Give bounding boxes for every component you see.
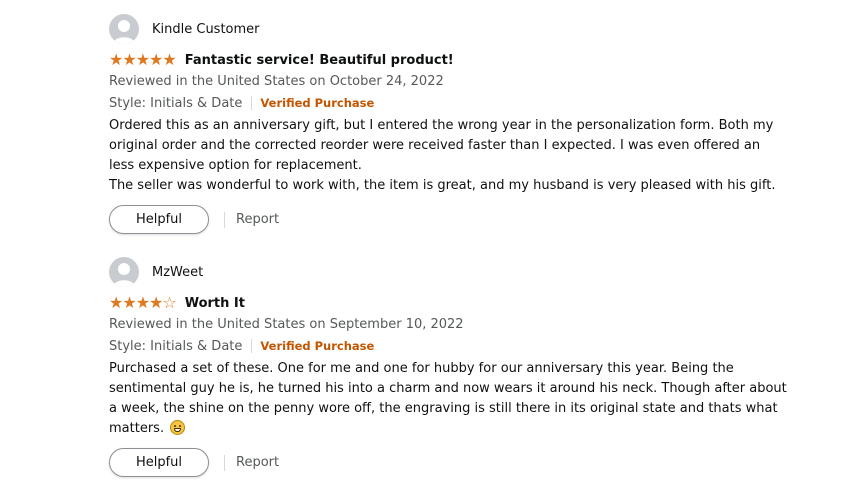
report-link[interactable]: Report [236,212,279,227]
helpful-button[interactable]: Helpful [109,448,209,477]
star-icon: ★ [109,50,123,69]
star-empty-icon: ☆ [162,293,176,312]
reviewer-name[interactable]: Kindle Customer [152,22,260,37]
star-icon: ★ [135,50,150,69]
grinning-face-emoji-icon [170,420,186,435]
avatar [109,257,139,287]
verified-purchase-badge: Verified Purchase [260,339,375,353]
report-link[interactable]: Report [236,455,279,470]
review-title[interactable]: Fantastic service! Beautiful product! [185,53,454,68]
helpful-button[interactable]: Helpful [109,205,209,234]
avatar [109,14,139,44]
review-paragraph: Purchased a set of these. One for me and… [109,359,789,439]
review-body: Ordered this as an anniversary gift, but… [109,116,789,196]
review-item: Kindle Customer ★ ★ ★ ★ ★ Fantastic serv… [109,14,809,234]
review-body: Purchased a set of these. One for me and… [109,359,789,439]
star-icon: ★ [122,50,136,69]
star-icon: ★ [149,50,163,69]
review-title[interactable]: Worth It [185,296,245,311]
star-icon: ★ [122,293,136,312]
reviewer-profile[interactable]: MzWeet [109,257,809,287]
divider [251,339,253,353]
verified-purchase-badge: Verified Purchase [260,96,375,110]
star-icon: ★ [135,293,150,312]
star-icon: ★ [162,50,176,69]
reviewer-profile[interactable]: Kindle Customer [109,14,809,44]
review-paragraph: The seller was wonderful to work with, t… [109,178,776,193]
star-icon: ★ [149,293,163,312]
star-icon: ★ [109,293,123,312]
review-date: Reviewed in the United States on October… [109,74,444,89]
review-date: Reviewed in the United States on Septemb… [109,317,464,332]
star-rating[interactable]: ★ ★ ★ ★ ★ [109,50,177,69]
divider [251,96,253,110]
person-icon [113,263,135,287]
review-item: MzWeet ★ ★ ★ ★ ☆ Worth It Reviewed in th… [109,257,809,477]
product-style[interactable]: Style: Initials & Date [109,339,242,354]
product-style[interactable]: Style: Initials & Date [109,96,242,111]
star-rating[interactable]: ★ ★ ★ ★ ☆ [109,293,177,312]
divider [224,211,225,228]
person-icon [113,20,135,44]
reviewer-name[interactable]: MzWeet [152,265,203,280]
divider [224,454,225,471]
review-paragraph: Ordered this as an anniversary gift, but… [109,118,774,173]
review-text: Purchased a set of these. One for me and… [109,361,787,436]
